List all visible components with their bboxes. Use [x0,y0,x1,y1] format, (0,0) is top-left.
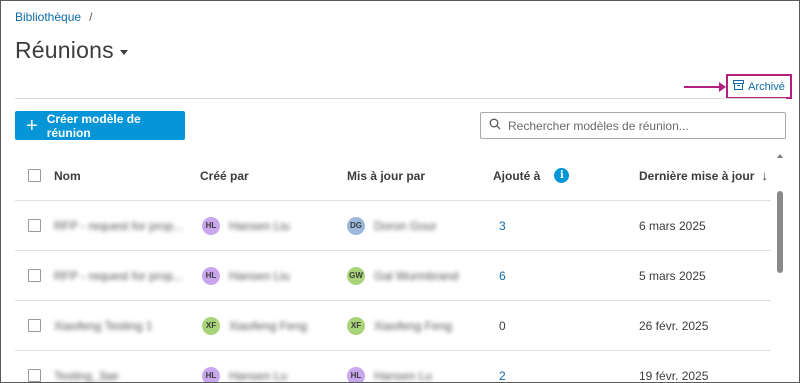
select-all-checkbox[interactable] [28,169,41,182]
archive-label: Archivé [748,80,785,93]
updater-name: Hansen Lu [374,368,433,383]
table-row[interactable]: Testing_3ae HL Hansen Lu HL Hansen Lu 2 … [15,351,771,383]
column-header-last-update[interactable]: Dernière mise à jour [639,169,754,183]
template-name[interactable]: RFP - request for prop... [54,251,183,300]
column-header-updated-by[interactable]: Mis à jour par [347,151,425,200]
title-row: Réunions [15,37,128,64]
avatar: XF [202,316,220,335]
column-header-added-to[interactable]: Ajouté à [493,169,540,183]
plus-icon: + [26,114,38,137]
page-title: Réunions [15,37,114,63]
updater-name: Doron Gour [374,218,437,233]
table-row[interactable]: RFP - request for prop... HL Hansen Liu … [15,251,771,301]
creator-name: Hansen Liu [229,218,290,233]
table-row[interactable]: Xiaofeng Testing 1 XF Xiaofeng Feng XF X… [15,301,771,351]
row-checkbox[interactable] [28,269,41,282]
archive-button[interactable]: Archivé [726,74,792,99]
app-frame: Bibliothèque / Réunions Archivé + Créer … [0,0,800,383]
search-input[interactable] [508,118,778,133]
last-update-date: 19 févr. 2025 [639,368,709,383]
create-template-label: Créer modèle de réunion [46,111,141,140]
archive-icon [733,80,745,93]
info-icon[interactable]: i [554,168,570,183]
updater-name: Gal Wurmbrand [374,268,459,283]
row-checkbox[interactable] [28,319,41,332]
annotation-arrow [684,82,726,92]
breadcrumb-separator: / [89,10,93,24]
column-header-created-by[interactable]: Créé par [200,151,249,200]
row-checkbox[interactable] [28,219,41,232]
avatar: GW [347,266,365,285]
create-template-button[interactable]: + Créer modèle de réunion [15,111,185,140]
avatar: DG [347,216,365,235]
scroll-thumb[interactable] [777,191,783,273]
template-name[interactable]: Testing_3ae [54,351,119,383]
creator-name: Hansen Liu [229,268,290,283]
table-row[interactable]: RFP - request for prop... HL Hansen Liu … [15,201,771,251]
template-name[interactable]: RFP - request for prop... [54,201,183,250]
creator-name: Hansen Lu [229,368,288,383]
creator-name: Xiaofeng Feng [229,318,308,333]
avatar: HL [202,266,220,285]
breadcrumb: Bibliothèque / [15,10,92,24]
added-to-count[interactable]: 6 [499,251,506,300]
avatar: HL [202,366,220,382]
search-box[interactable] [480,112,786,139]
breadcrumb-library-link[interactable]: Bibliothèque [15,10,81,24]
added-to-count: 0 [499,318,506,333]
avatar: XF [347,316,365,335]
last-update-date: 26 févr. 2025 [639,318,709,333]
header-divider [15,98,786,99]
sort-arrow-down-icon[interactable]: ↓ [761,168,768,183]
table-header-row: Nom Créé par Mis à jour par Ajouté à i D… [15,151,771,201]
template-name[interactable]: Xiaofeng Testing 1 [54,301,153,350]
chevron-down-icon[interactable] [119,50,128,55]
added-to-count[interactable]: 2 [499,351,506,383]
column-header-name[interactable]: Nom [54,151,81,200]
search-icon [489,117,501,135]
added-to-count[interactable]: 3 [499,201,506,250]
row-checkbox[interactable] [28,369,41,382]
updater-name: Xiaofeng Feng [374,318,453,333]
last-update-date: 5 mars 2025 [639,268,706,283]
scroll-up-arrow-icon[interactable] [777,154,783,158]
avatar: HL [347,366,365,382]
avatar: HL [202,216,220,235]
last-update-date: 6 mars 2025 [639,218,706,233]
vertical-scrollbar[interactable] [776,151,784,382]
